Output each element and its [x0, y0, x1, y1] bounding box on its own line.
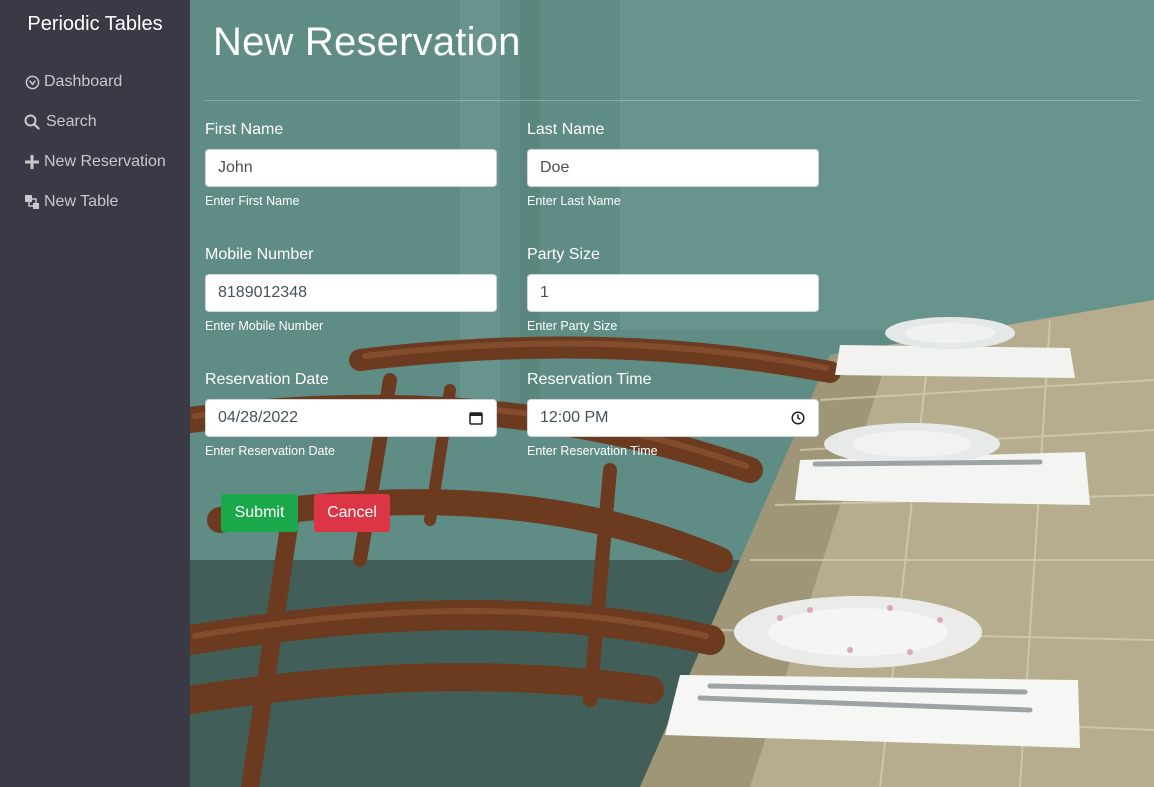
- reservation-time-value: 12:00 PM: [540, 409, 609, 426]
- sidebar-item-label: New Reservation: [44, 153, 166, 170]
- last-name-input[interactable]: Doe: [527, 149, 819, 187]
- sidebar-item-new-table[interactable]: New Table: [24, 182, 166, 222]
- last-name-group: Last Name Doe Enter Last Name: [527, 120, 819, 209]
- mobile-number-value: 8189012348: [218, 284, 307, 301]
- reservation-time-label: Reservation Time: [527, 371, 652, 388]
- reservation-time-input[interactable]: 12:00 PM: [527, 399, 819, 437]
- first-name-hint: Enter First Name: [205, 194, 300, 208]
- reservation-date-hint: Enter Reservation Date: [205, 444, 335, 458]
- last-name-label: Last Name: [527, 121, 605, 138]
- first-name-label: First Name: [205, 121, 284, 138]
- mobile-number-hint: Enter Mobile Number: [205, 319, 324, 333]
- clock-icon[interactable]: [790, 410, 806, 426]
- last-name-value: Doe: [540, 159, 570, 176]
- first-name-value: John: [218, 159, 253, 176]
- reservation-date-group: Reservation Date 04/28/2022 Enter Reserv…: [205, 370, 497, 459]
- sidebar: Periodic Tables Dashboard Search New Res…: [0, 0, 190, 787]
- reservation-date-value: 04/28/2022: [218, 409, 299, 426]
- title-divider: [205, 100, 1141, 101]
- cancel-button[interactable]: Cancel: [314, 494, 390, 532]
- reservation-time-group: Reservation Time 12:00 PM Enter Reservat…: [527, 370, 819, 459]
- party-size-label: Party Size: [527, 246, 600, 263]
- party-size-value: 1: [540, 284, 549, 301]
- sidebar-nav: Dashboard Search New Reservation New Tab…: [24, 62, 166, 222]
- submit-button[interactable]: Submit: [221, 494, 298, 532]
- mobile-number-input[interactable]: 8189012348: [205, 274, 497, 312]
- reservation-date-label: Reservation Date: [205, 371, 329, 388]
- app: Periodic Tables Dashboard Search New Res…: [0, 0, 1154, 787]
- reservation-date-input[interactable]: 04/28/2022: [205, 399, 497, 437]
- last-name-hint: Enter Last Name: [527, 194, 621, 208]
- party-size-hint: Enter Party Size: [527, 319, 618, 333]
- layers-icon: [24, 194, 40, 210]
- dashboard-icon: [24, 74, 40, 90]
- sidebar-item-dashboard[interactable]: Dashboard: [24, 62, 166, 102]
- brand-title[interactable]: Periodic Tables: [0, 13, 190, 36]
- party-size-input[interactable]: 1: [527, 274, 819, 312]
- mobile-number-label: Mobile Number: [205, 246, 314, 263]
- sidebar-item-new-reservation[interactable]: New Reservation: [24, 142, 166, 182]
- reservation-time-hint: Enter Reservation Time: [527, 444, 658, 458]
- mobile-number-group: Mobile Number 8189012348 Enter Mobile Nu…: [205, 245, 497, 334]
- sidebar-item-label: Search: [46, 113, 97, 130]
- party-size-group: Party Size 1 Enter Party Size: [527, 245, 819, 334]
- search-icon: [24, 114, 40, 130]
- page-title: New Reservation: [213, 20, 521, 64]
- sidebar-item-label: Dashboard: [44, 73, 123, 90]
- first-name-input[interactable]: John: [205, 149, 497, 187]
- calendar-icon[interactable]: [468, 410, 484, 426]
- sidebar-item-search[interactable]: Search: [24, 102, 166, 142]
- first-name-group: First Name John Enter First Name: [205, 120, 497, 209]
- main-content: New Reservation First Name John Enter Fi…: [190, 0, 1154, 787]
- sidebar-item-label: New Table: [44, 193, 119, 210]
- plus-icon: [24, 154, 40, 170]
